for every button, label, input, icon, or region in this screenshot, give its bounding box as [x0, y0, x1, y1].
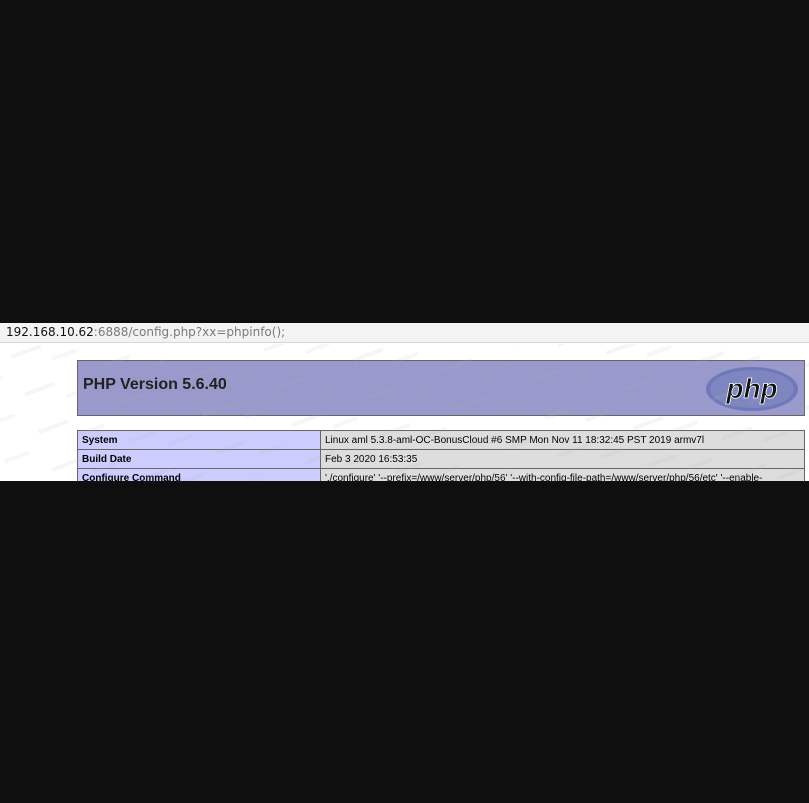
phpinfo-page: PHP Version 5.6.40 php System Linux aml … — [0, 344, 809, 481]
table-row: Configure Command './configure' '--prefi… — [77, 468, 805, 481]
browser-screenshot: 192.168.10.62:6888/config.php?xx=phpinfo… — [0, 323, 809, 481]
row-key-configure-command: Configure Command — [77, 468, 321, 481]
table-row: Build Date Feb 3 2020 16:53:35 — [77, 449, 805, 469]
php-version-header: PHP Version 5.6.40 php — [77, 360, 805, 416]
svg-text:php: php — [725, 373, 777, 404]
php-info-table: System Linux aml 5.3.8-aml-OC-BonusCloud… — [77, 430, 805, 481]
address-bar[interactable]: 192.168.10.62:6888/config.php?xx=phpinfo… — [0, 323, 809, 343]
row-key-build-date: Build Date — [77, 449, 321, 469]
page-title: PHP Version 5.6.40 — [83, 376, 227, 393]
row-value-build-date: Feb 3 2020 16:53:35 — [320, 449, 805, 469]
row-value-configure-command: './configure' '--prefix=/www/server/php/… — [320, 468, 805, 481]
url-path: :6888/config.php?xx=phpinfo(); — [93, 325, 286, 339]
row-key-system: System — [77, 430, 321, 450]
url-host: 192.168.10.62 — [6, 325, 94, 339]
table-row: System Linux aml 5.3.8-aml-OC-BonusCloud… — [77, 430, 805, 450]
row-value-system: Linux aml 5.3.8-aml-OC-BonusCloud #6 SMP… — [320, 430, 805, 450]
php-logo-icon: php — [706, 367, 798, 411]
